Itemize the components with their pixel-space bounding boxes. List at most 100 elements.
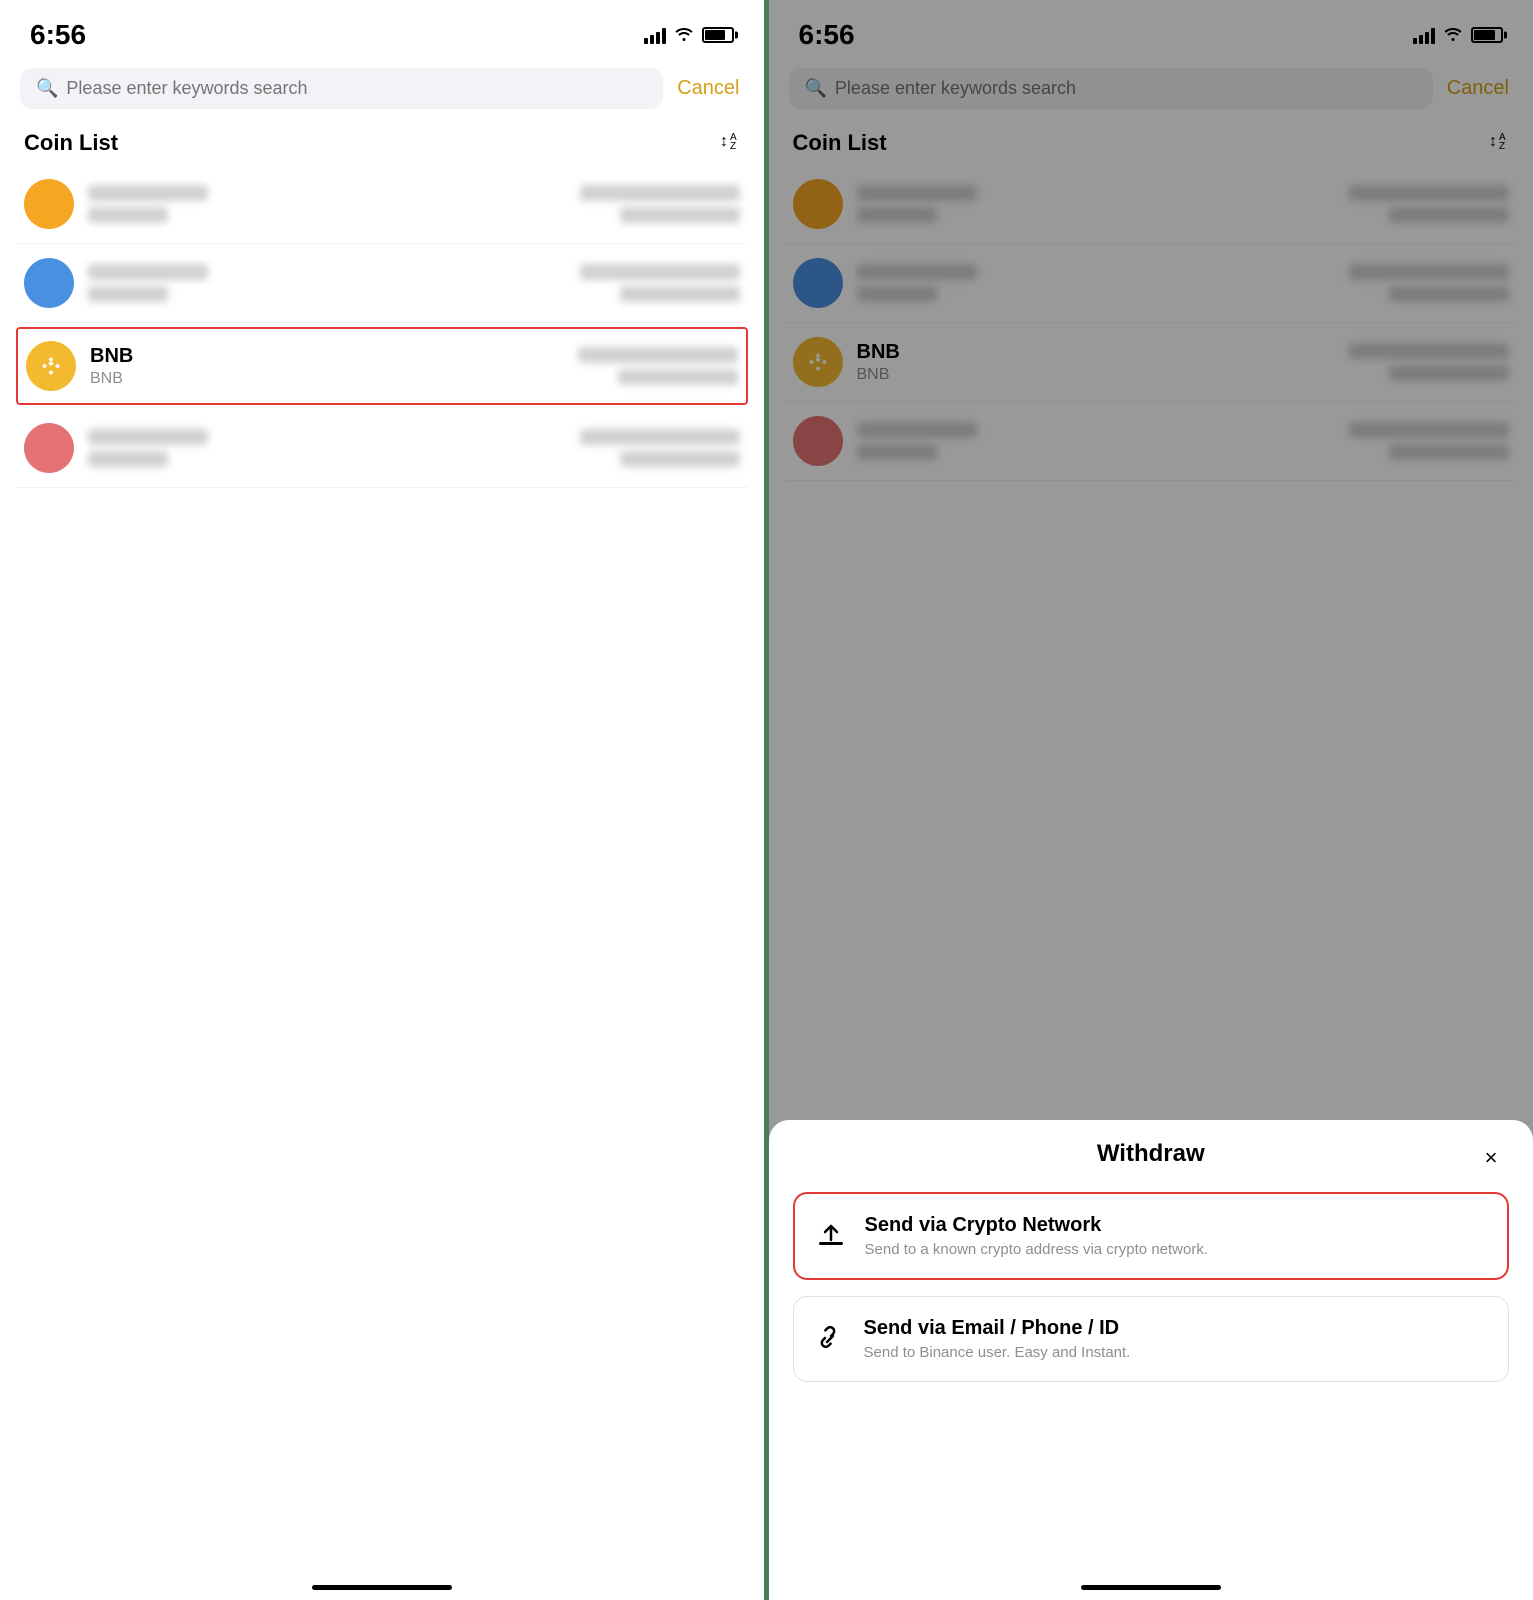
list-item-bnb[interactable]: BNB BNB [16,327,748,405]
coin-change-blurred [1389,444,1509,460]
coin-right [1349,264,1509,302]
send-crypto-title: Send via Crypto Network [865,1214,1209,1237]
cancel-button-left[interactable]: Cancel [673,73,743,104]
list-item [785,402,1518,481]
status-icons-left [644,25,734,46]
avatar [793,179,843,229]
home-bar-right [1081,1585,1221,1590]
coin-symbol-blurred [88,451,168,467]
coin-symbol-blurred [857,444,937,460]
coin-list-right: BNB BNB [769,165,1533,481]
coin-value-blurred [1349,185,1509,201]
send-email-title: Send via Email / Phone / ID [864,1317,1131,1340]
coin-right [580,185,740,223]
wifi-icon-right [1443,25,1463,46]
coin-change-blurred [620,286,740,302]
sort-icon-right: ↕ A Z [1487,129,1509,157]
coin-right [1349,185,1509,223]
coin-value-blurred [1349,264,1509,280]
coin-symbol-blurred [857,207,937,223]
coin-right [1349,422,1509,460]
send-email-desc: Send to Binance user. Easy and Instant. [864,1344,1131,1361]
coin-info-bnb: BNB BNB [857,341,1336,384]
search-icon-right: 🔍 [805,78,827,99]
svg-text:Z: Z [730,141,736,151]
search-input-left[interactable] [66,78,647,99]
list-item[interactable] [16,165,748,244]
send-crypto-info: Send via Crypto Network Send to a known … [865,1214,1209,1258]
coin-name-bnb: BNB [90,345,564,368]
left-panel: 6:56 🔍 Cancel Coin List [0,0,764,1600]
coin-change-blurred [620,451,740,467]
home-bar-left [312,1585,452,1590]
svg-text:↕: ↕ [1489,133,1497,150]
search-bar-right: 🔍 Cancel [769,60,1533,117]
list-item[interactable] [16,409,748,488]
coin-symbol-bnb: BNB [857,366,1336,384]
svg-text:↕: ↕ [720,133,728,150]
sheet-title: Withdraw [1097,1140,1205,1168]
coin-value-blurred [580,429,740,445]
search-input-right [835,78,1417,99]
coin-info [857,185,1336,223]
bottom-sheet: Withdraw × Send via Crypto Network Send … [769,1120,1533,1600]
signal-icon-right [1413,26,1435,44]
sort-icon-left[interactable]: ↕ A Z [718,129,740,157]
coin-name-bnb: BNB [857,341,1336,364]
send-crypto-option[interactable]: Send via Crypto Network Send to a known … [793,1192,1510,1280]
cancel-button-right: Cancel [1443,73,1513,104]
coin-change-blurred [1389,207,1509,223]
coin-right [580,429,740,467]
coin-name-blurred [88,429,208,445]
coin-info-bnb: BNB BNB [90,345,564,388]
coin-symbol-blurred [857,286,937,302]
link-icon [812,1321,848,1357]
search-icon-left: 🔍 [36,78,58,99]
coin-change-blurred [1389,365,1509,381]
coin-value-blurred [580,264,740,280]
coin-symbol-blurred [88,286,168,302]
status-time-left: 6:56 [30,19,86,51]
coin-name-blurred [88,264,208,280]
coin-list-header-left: Coin List ↕ A Z [0,117,764,165]
avatar [24,258,74,308]
coin-right [580,264,740,302]
close-button[interactable]: × [1473,1140,1509,1176]
right-panel-bg: 6:56 🔍 [769,0,1533,1120]
right-panel: 6:56 🔍 [769,0,1533,1600]
status-time-right: 6:56 [799,19,855,51]
wifi-icon [674,25,694,46]
send-email-option[interactable]: Send via Email / Phone / ID Send to Bina… [793,1296,1510,1382]
coin-right-bnb [578,347,738,385]
send-email-info: Send via Email / Phone / ID Send to Bina… [864,1317,1131,1361]
search-input-wrapper-left[interactable]: 🔍 [20,68,663,109]
home-indicator-right [769,1560,1533,1600]
coin-info [88,429,566,467]
list-item-bnb: BNB BNB [785,323,1518,402]
coin-name-blurred [857,264,977,280]
coin-list-title-right: Coin List [793,130,887,156]
svg-text:Z: Z [1499,141,1505,151]
avatar [24,423,74,473]
avatar-bnb [793,337,843,387]
status-bar-right: 6:56 [769,0,1533,60]
status-icons-right [1413,25,1503,46]
coin-list-header-right: Coin List ↕ A Z [769,117,1533,165]
avatar [24,179,74,229]
coin-list-title-left: Coin List [24,130,118,156]
search-input-wrapper-right: 🔍 [789,68,1433,109]
coin-change-blurred [1389,286,1509,302]
list-item[interactable] [16,244,748,323]
coin-info [857,264,1336,302]
coin-value-blurred [1349,343,1509,359]
coin-value-blurred [578,347,738,363]
sheet-header: Withdraw × [793,1140,1510,1168]
battery-icon-right [1471,27,1503,43]
coin-value-blurred [580,185,740,201]
list-item [785,244,1518,323]
coin-name-blurred [88,185,208,201]
coin-change-blurred [618,369,738,385]
coin-list-left: BNB BNB [0,165,764,1560]
coin-value-blurred [1349,422,1509,438]
avatar-bnb [26,341,76,391]
